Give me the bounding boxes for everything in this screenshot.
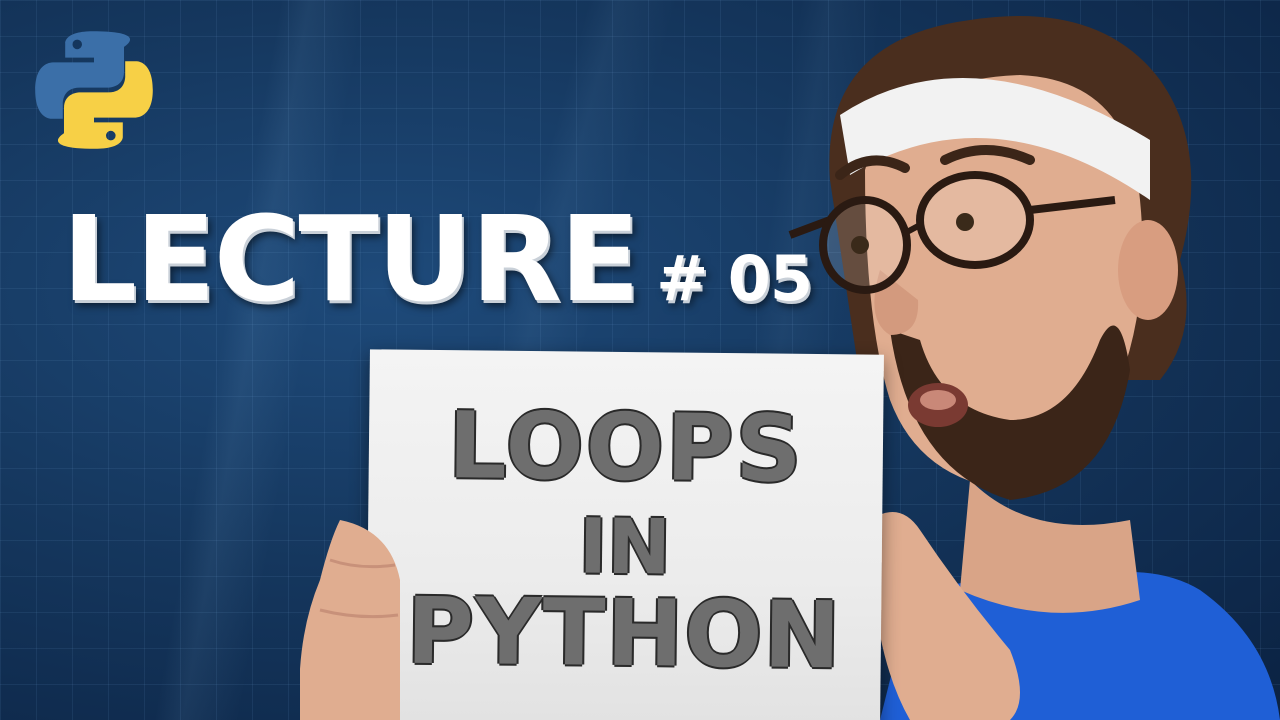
sign-line-python: PYTHON	[405, 577, 843, 690]
sign-card: LOOPS IN PYTHON	[366, 349, 884, 720]
sign-line-loops: LOOPS	[447, 392, 805, 503]
python-logo-icon	[35, 31, 153, 149]
left-hand	[300, 520, 400, 720]
lecture-title: LECTURE # 05	[62, 190, 813, 328]
thumbnail: LECTURE # 05 LOOPS IN PYTHON	[0, 0, 1280, 720]
lecture-label: LECTURE	[62, 190, 640, 328]
